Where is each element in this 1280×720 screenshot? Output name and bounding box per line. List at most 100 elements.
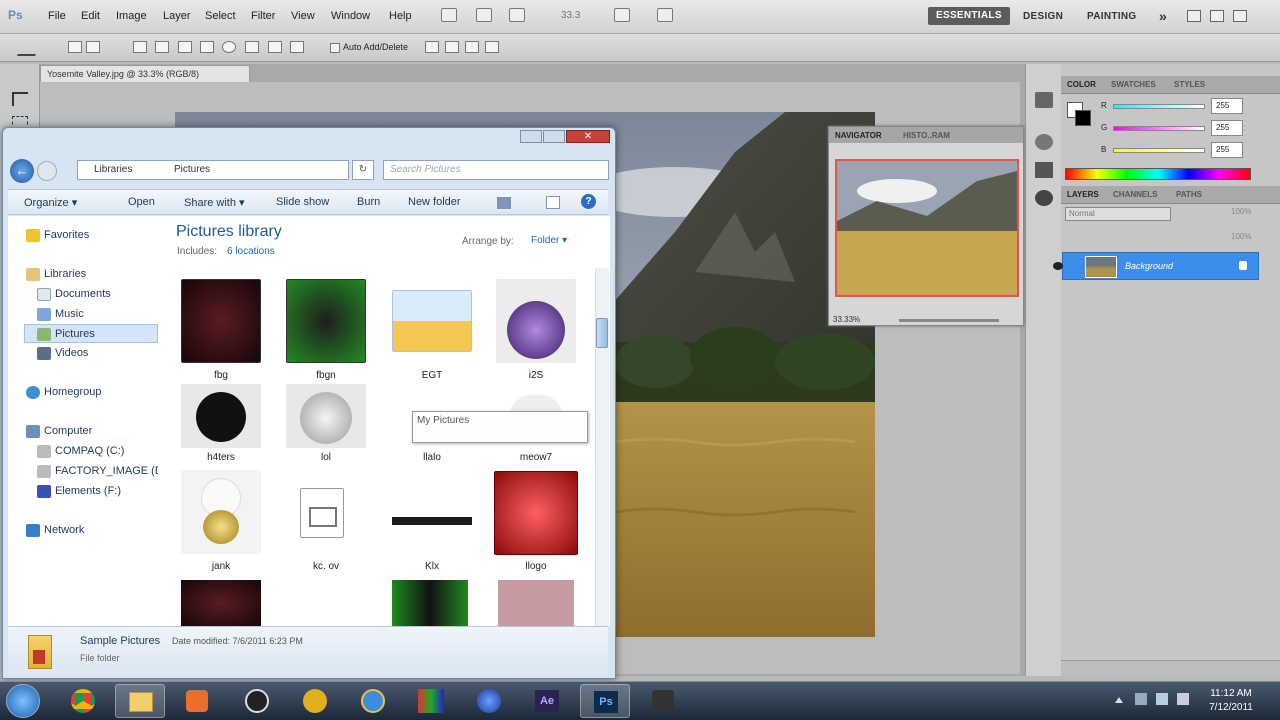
list-item[interactable] <box>300 488 350 540</box>
channel-r-slider[interactable] <box>1113 104 1205 109</box>
freeform-pen-icon[interactable] <box>155 41 169 53</box>
menu-window[interactable]: Window <box>331 10 370 22</box>
list-item[interactable] <box>498 580 574 626</box>
tab-swatches[interactable]: SWATCHES <box>1111 80 1156 89</box>
shape-layers-icon[interactable] <box>68 41 82 53</box>
color-spectrum-ramp[interactable] <box>1065 168 1251 180</box>
hp-taskbar-icon[interactable] <box>232 684 282 718</box>
organize-button[interactable]: Organize ▾ <box>24 196 77 209</box>
menu-view[interactable]: View <box>291 10 315 22</box>
navigator-zoom-value[interactable]: 33.33% <box>833 315 860 324</box>
tab-channels[interactable]: CHANNELS <box>1113 190 1157 199</box>
background-color-swatch[interactable] <box>1075 110 1091 126</box>
menu-help[interactable]: Help <box>389 10 412 22</box>
explorer-taskbar-icon[interactable] <box>115 684 165 718</box>
nav-videos[interactable]: Videos <box>37 344 88 362</box>
list-item[interactable] <box>181 470 261 556</box>
breadcrumb-pictures[interactable]: Pictures <box>174 164 210 175</box>
network-tray-icon[interactable] <box>1156 693 1168 705</box>
opacity-field[interactable]: 100% <box>1231 207 1251 216</box>
move-tool-icon[interactable] <box>12 92 28 106</box>
nav-network[interactable]: Network <box>26 521 84 539</box>
address-bar[interactable]: Libraries Pictures <box>77 160 349 180</box>
workspace-painting-button[interactable]: PAINTING <box>1087 11 1136 29</box>
view-extras-icon[interactable] <box>509 8 525 22</box>
minimize-icon[interactable] <box>1187 10 1201 22</box>
line-icon[interactable] <box>268 41 282 53</box>
arrange-by-dropdown[interactable]: Folder ▾ <box>531 235 567 246</box>
photoshop-taskbar-icon[interactable]: Ps <box>580 684 630 718</box>
share-with-button[interactable]: Share with ▾ <box>184 196 245 209</box>
refresh-icon[interactable]: ↻ <box>352 160 374 180</box>
blend-mode-select[interactable]: Normal <box>1065 207 1171 221</box>
menu-select[interactable]: Select <box>205 10 236 22</box>
list-item[interactable] <box>390 505 474 535</box>
channel-g-slider[interactable] <box>1113 126 1205 131</box>
volume-icon[interactable] <box>1177 693 1189 705</box>
nav-pictures[interactable]: Pictures <box>37 325 95 343</box>
pen-tool-icon[interactable] <box>17 40 41 56</box>
nav-computer[interactable]: Computer <box>26 422 92 440</box>
workspace-design-button[interactable]: DESIGN <box>1023 11 1063 29</box>
slide-show-button[interactable]: Slide show <box>276 196 329 208</box>
path-subtract-icon[interactable] <box>445 41 459 53</box>
launch-bridge-icon[interactable] <box>441 8 457 22</box>
path-combine-icon[interactable] <box>425 41 439 53</box>
breadcrumb-libraries[interactable]: Libraries <box>94 164 132 175</box>
masks-panel-icon[interactable] <box>1035 162 1053 178</box>
system-clock[interactable]: 11:12 AM 7/12/2011 <box>1195 687 1267 715</box>
globe-taskbar-icon[interactable] <box>464 684 514 718</box>
layer-name[interactable]: Background <box>1125 261 1173 271</box>
change-view-icon[interactable] <box>497 197 511 209</box>
includes-locations-link[interactable]: 6 locations <box>227 246 275 257</box>
nav-drive-d[interactable]: FACTORY_IMAGE (D <box>37 462 163 480</box>
nav-homegroup[interactable]: Homegroup <box>26 383 101 401</box>
explorer-minimize-icon[interactable] <box>520 130 542 143</box>
list-item[interactable] <box>392 580 468 626</box>
mini-bridge-icon[interactable] <box>476 8 492 22</box>
close-icon[interactable] <box>1233 10 1247 22</box>
adjustments-panel-icon[interactable] <box>1035 134 1053 150</box>
menu-image[interactable]: Image <box>116 10 147 22</box>
search-input[interactable]: Search Pictures <box>383 160 609 180</box>
more-workspaces-button[interactable]: » <box>1159 8 1167 26</box>
menu-file[interactable]: File <box>48 10 66 22</box>
tab-styles[interactable]: STYLES <box>1174 80 1205 89</box>
explorer-maximize-icon[interactable] <box>543 130 565 143</box>
polygon-icon[interactable] <box>245 41 259 53</box>
screen-mode-icon[interactable] <box>657 8 673 22</box>
after-effects-taskbar-icon[interactable]: Ae <box>522 684 572 718</box>
chrome-taskbar-icon[interactable] <box>58 684 108 718</box>
action-center-icon[interactable] <box>1135 693 1147 705</box>
document-tab[interactable]: Yosemite Valley.jpg @ 33.3% (RGB/8) <box>40 65 250 82</box>
tab-layers[interactable]: LAYERS <box>1067 190 1099 199</box>
menu-layer[interactable]: Layer <box>163 10 191 22</box>
camera-taskbar-icon[interactable] <box>638 684 688 718</box>
tab-color[interactable]: COLOR <box>1067 80 1096 89</box>
menu-filter[interactable]: Filter <box>251 10 275 22</box>
back-arrow-icon[interactable]: ← <box>10 159 34 183</box>
path-exclude-icon[interactable] <box>485 41 499 53</box>
path-intersect-icon[interactable] <box>465 41 479 53</box>
tab-paths[interactable]: PATHS <box>1176 190 1202 199</box>
layer-row-background[interactable]: Background <box>1053 252 1259 280</box>
restore-icon[interactable] <box>1210 10 1224 22</box>
fill-field[interactable]: 100% <box>1231 232 1251 241</box>
tab-navigator[interactable]: NAVIGATOR <box>835 131 882 140</box>
channel-b-value[interactable]: 255 <box>1211 142 1243 158</box>
media-player-taskbar-icon[interactable] <box>172 684 222 718</box>
arrange-documents-icon[interactable] <box>614 8 630 22</box>
new-folder-button[interactable]: New folder <box>408 196 461 208</box>
custom-shape-icon[interactable] <box>290 41 304 53</box>
3d-panel-icon[interactable] <box>1035 190 1053 206</box>
nav-libraries[interactable]: Libraries <box>26 265 86 283</box>
list-item[interactable] <box>494 471 578 557</box>
tray-expand-icon[interactable] <box>1115 697 1123 703</box>
workspace-essentials-button[interactable]: ESSENTIALS <box>928 7 1010 25</box>
ellipse-icon[interactable] <box>222 41 236 53</box>
navigator-preview[interactable] <box>835 159 1019 297</box>
history-panel-icon[interactable] <box>1035 92 1053 108</box>
scrollbar-thumb[interactable] <box>596 318 608 348</box>
list-item[interactable] <box>181 279 261 365</box>
zoom-level-field[interactable]: 33.3 <box>561 10 580 21</box>
